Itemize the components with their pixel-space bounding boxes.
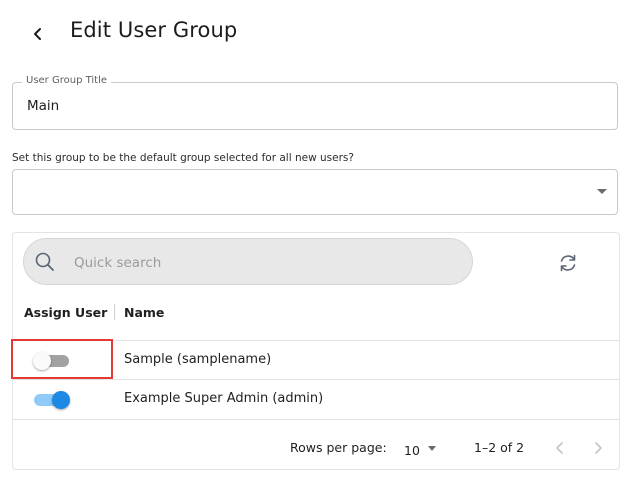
- pagination-range: 1–2 of 2: [474, 440, 525, 455]
- search-icon: [35, 252, 54, 271]
- footer-divider: [13, 419, 619, 420]
- dropdown-arrow-icon: [428, 446, 436, 451]
- default-group-label: Set this group to be the default group s…: [12, 152, 354, 164]
- search-input[interactable]: [72, 251, 456, 275]
- group-title-label: User Group Title: [22, 75, 112, 86]
- chevron-left-icon: [34, 28, 41, 40]
- column-header-name[interactable]: Name: [124, 305, 164, 320]
- chevron-right-icon: [595, 442, 602, 454]
- default-group-select[interactable]: [12, 169, 618, 215]
- chevron-left-icon: [556, 442, 563, 454]
- table-row: Example Super Admin (admin): [13, 380, 619, 418]
- group-title-field[interactable]: User Group Title Main: [12, 75, 618, 130]
- rows-per-page-select[interactable]: 10: [404, 440, 440, 458]
- page-header: Edit User Group: [0, 0, 630, 68]
- refresh-icon: [560, 254, 576, 272]
- column-header-assign-user[interactable]: Assign User: [24, 305, 107, 320]
- switch-thumb: [52, 391, 70, 409]
- table-pagination: Rows per page: 10 1–2 of 2: [13, 429, 619, 469]
- user-name: Sample (samplename): [124, 352, 272, 367]
- quick-search[interactable]: [23, 238, 473, 285]
- previous-page-button[interactable]: [549, 437, 571, 459]
- user-name: Example Super Admin (admin): [124, 391, 324, 406]
- next-page-button[interactable]: [587, 437, 609, 459]
- users-grid: Assign User Name Sample (samplename) Exa…: [11, 232, 620, 470]
- rows-per-page-value: 10: [404, 443, 420, 458]
- column-separator[interactable]: [114, 304, 115, 320]
- assign-user-switch[interactable]: [34, 391, 70, 409]
- dropdown-arrow-icon: [597, 189, 607, 194]
- highlight-box: [11, 339, 113, 379]
- back-button[interactable]: [26, 22, 50, 46]
- page-title: Edit User Group: [70, 18, 238, 42]
- group-title-value[interactable]: Main: [27, 98, 59, 114]
- refresh-button[interactable]: [556, 251, 580, 275]
- rows-per-page-label: Rows per page:: [290, 440, 387, 455]
